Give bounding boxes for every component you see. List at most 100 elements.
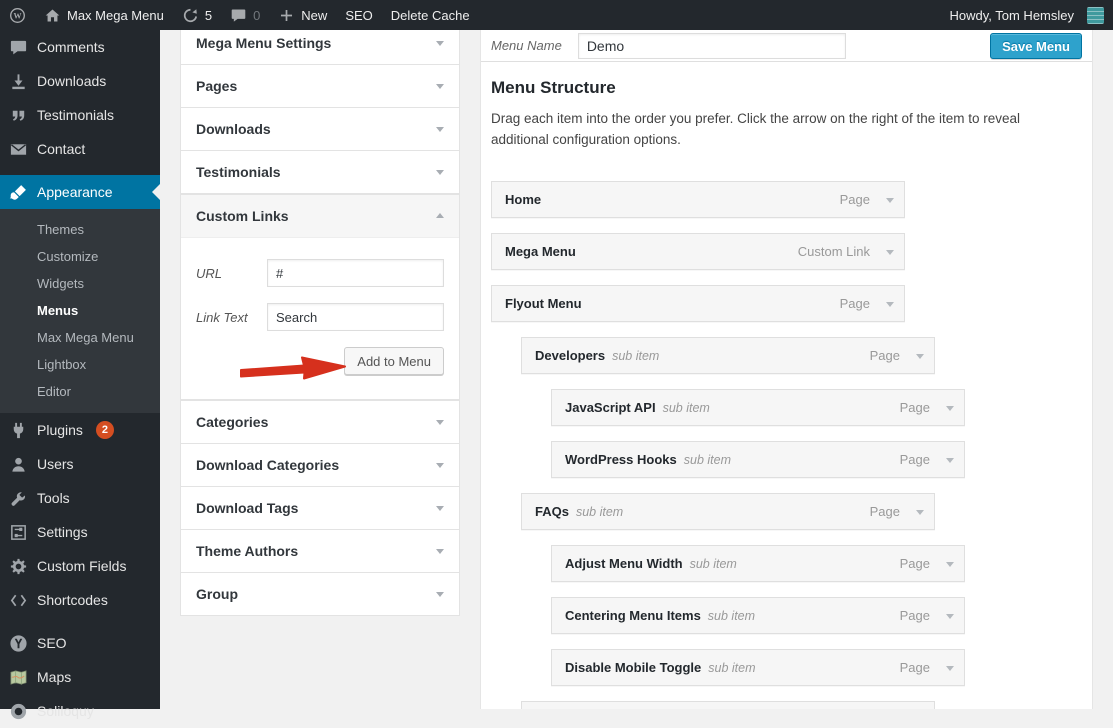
menu-item-title: Flyout Menu [505, 296, 582, 311]
accordion-title: Pages [196, 78, 237, 94]
delete-cache-menu[interactable]: Delete Cache [382, 0, 479, 30]
link-text-label: Link Text [196, 310, 267, 325]
menu-structure-help: Drag each item into the order you prefer… [491, 108, 1053, 150]
sidebar-item-settings[interactable]: Settings [0, 515, 160, 549]
menu-item-developers[interactable]: Developerssub itemPage [521, 337, 935, 374]
menu-item-title: WordPress Hooks [565, 452, 677, 467]
menu-item-wordpress-hooks[interactable]: WordPress Hookssub itemPage [551, 441, 965, 478]
menu-item-title: Centering Menu Items [565, 608, 701, 623]
sidebar-item-shortcodes[interactable]: Shortcodes [0, 583, 160, 617]
menu-item-mega-menu[interactable]: Mega MenuCustom Link [491, 233, 905, 270]
chevron-down-icon [436, 420, 444, 429]
chevron-down-icon[interactable] [946, 406, 954, 415]
sidebar-group: SEOMapsSoliloquy [0, 626, 160, 728]
link-text-input[interactable] [267, 303, 444, 331]
chevron-up-icon [436, 209, 444, 218]
chevron-down-icon[interactable] [946, 614, 954, 623]
accordion-header-custom-links[interactable]: Custom Links [181, 195, 459, 237]
menu-item-home[interactable]: HomePage [491, 181, 905, 218]
sidebar-item-appearance[interactable]: Appearance [0, 175, 160, 209]
sidebar-item-downloads[interactable]: Downloads [0, 64, 160, 98]
chevron-down-icon[interactable] [916, 510, 924, 519]
submenu-item-max-mega-menu[interactable]: Max Mega Menu [0, 324, 160, 351]
save-menu-button[interactable]: Save Menu [990, 33, 1082, 59]
sidebar-item-label: Settings [37, 524, 88, 540]
sidebar-item-contact[interactable]: Contact [0, 132, 160, 166]
accordion-header-download-categories[interactable]: Download Categories [181, 444, 459, 486]
comments-menu[interactable]: 0 [221, 0, 269, 30]
submenu-item-menus[interactable]: Menus [0, 297, 160, 324]
menu-item-title: Home [505, 192, 541, 207]
chevron-down-icon [436, 463, 444, 472]
site-name: Max Mega Menu [67, 8, 164, 23]
accordion-header-theme-authors[interactable]: Theme Authors [181, 530, 459, 572]
panel-testimonials: Testimonials [180, 150, 460, 194]
menu-item-faqs[interactable]: FAQssub itemPage [521, 493, 935, 530]
sidebar-item-seo[interactable]: SEO [0, 626, 160, 660]
menu-item-centering-menu-items[interactable]: Centering Menu Itemssub itemPage [551, 597, 965, 634]
sidebar-item-tools[interactable]: Tools [0, 481, 160, 515]
chevron-down-icon[interactable] [946, 562, 954, 571]
chevron-down-icon[interactable] [946, 666, 954, 675]
menu-item-partial[interactable] [521, 701, 935, 709]
accordion-header-pages[interactable]: Pages [181, 65, 459, 107]
appearance-icon [9, 183, 28, 202]
menu-structure-list: HomePageMega MenuCustom LinkFlyout MenuP… [491, 181, 1082, 709]
sidebar-item-comments[interactable]: Comments [0, 30, 160, 64]
panel-custom-links: Custom Links URL Link Text Add to Menu [180, 194, 460, 400]
sub-item-label: sub item [663, 401, 710, 415]
delete-cache-label: Delete Cache [391, 8, 470, 23]
submenu-item-customize[interactable]: Customize [0, 243, 160, 270]
menu-item-sources: Mega Menu Settings Pages DownloadsTestimon… [180, 21, 460, 616]
accordion-header-categories[interactable]: Categories [181, 401, 459, 443]
submenu-item-themes[interactable]: Themes [0, 216, 160, 243]
chevron-down-icon[interactable] [886, 198, 894, 207]
submenu-item-lightbox[interactable]: Lightbox [0, 351, 160, 378]
chevron-down-icon[interactable] [916, 354, 924, 363]
submenu-item-editor[interactable]: Editor [0, 378, 160, 405]
sub-item-label: sub item [690, 557, 737, 571]
accordion-title: Categories [196, 414, 268, 430]
site-menu[interactable]: Max Mega Menu [35, 0, 173, 30]
panel-pages: Pages [180, 64, 460, 108]
updates-menu[interactable]: 5 [173, 0, 221, 30]
menu-item-javascript-api[interactable]: JavaScript APIsub itemPage [551, 389, 965, 426]
shortcodes-icon [9, 591, 28, 610]
sidebar-item-users[interactable]: Users [0, 447, 160, 481]
seo-menu[interactable]: SEO [336, 0, 381, 30]
add-to-menu-button[interactable]: Add to Menu [344, 347, 444, 375]
panel-downloads: Downloads [180, 107, 460, 151]
sidebar-item-custom-fields[interactable]: Custom Fields [0, 549, 160, 583]
chevron-down-icon[interactable] [886, 302, 894, 311]
accordion-header-download-tags[interactable]: Download Tags [181, 487, 459, 529]
svg-text:W: W [13, 11, 21, 20]
menu-item-adjust-menu-width[interactable]: Adjust Menu Widthsub itemPage [551, 545, 965, 582]
my-account-menu[interactable]: Howdy, Tom Hemsley [941, 0, 1113, 30]
accordion-title: Download Tags [196, 500, 298, 516]
seo-icon [9, 634, 28, 653]
menu-item-type: Page [840, 296, 870, 311]
url-input[interactable] [267, 259, 444, 287]
update-count-badge: 2 [96, 421, 114, 439]
menu-item-flyout-menu[interactable]: Flyout Menu Page [491, 285, 905, 322]
panel-categories: Categories [180, 400, 460, 444]
chevron-down-icon[interactable] [886, 250, 894, 259]
menu-item-disable-mobile-toggle[interactable]: Disable Mobile Togglesub itemPage [551, 649, 965, 686]
menu-name-input[interactable] [578, 33, 846, 59]
sub-item-label: sub item [612, 349, 659, 363]
submenu-item-widgets[interactable]: Widgets [0, 270, 160, 297]
accordion-header-testimonials[interactable]: Testimonials [181, 151, 459, 193]
sidebar-item-maps[interactable]: Maps [0, 660, 160, 694]
accordion-header-group[interactable]: Group [181, 573, 459, 615]
sidebar-item-testimonials[interactable]: Testimonials [0, 98, 160, 132]
sidebar-item-soliloquy[interactable]: Soliloquy [0, 694, 160, 728]
chevron-down-icon[interactable] [946, 458, 954, 467]
new-content-menu[interactable]: New [269, 0, 336, 30]
sidebar-item-plugins[interactable]: Plugins2 [0, 413, 160, 447]
menu-item-type: Page [870, 504, 900, 519]
wp-logo-menu[interactable]: W [0, 0, 35, 30]
accordion-header-downloads[interactable]: Downloads [181, 108, 459, 150]
download-icon [9, 72, 28, 91]
sidebar-group: Appearance ThemesCustomizeWidgetsMenusMax… [0, 175, 160, 413]
accordion-title: Mega Menu Settings [196, 35, 331, 51]
